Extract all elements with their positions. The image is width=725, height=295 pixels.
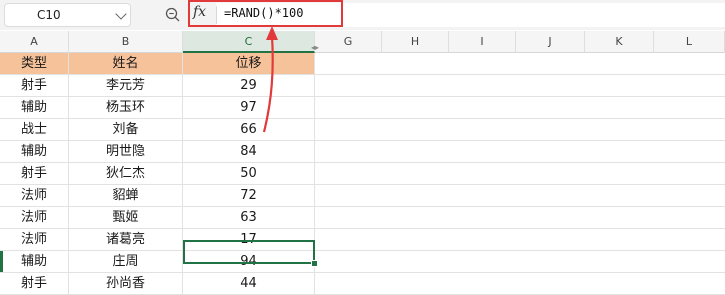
annotation-arrow	[262, 26, 278, 133]
